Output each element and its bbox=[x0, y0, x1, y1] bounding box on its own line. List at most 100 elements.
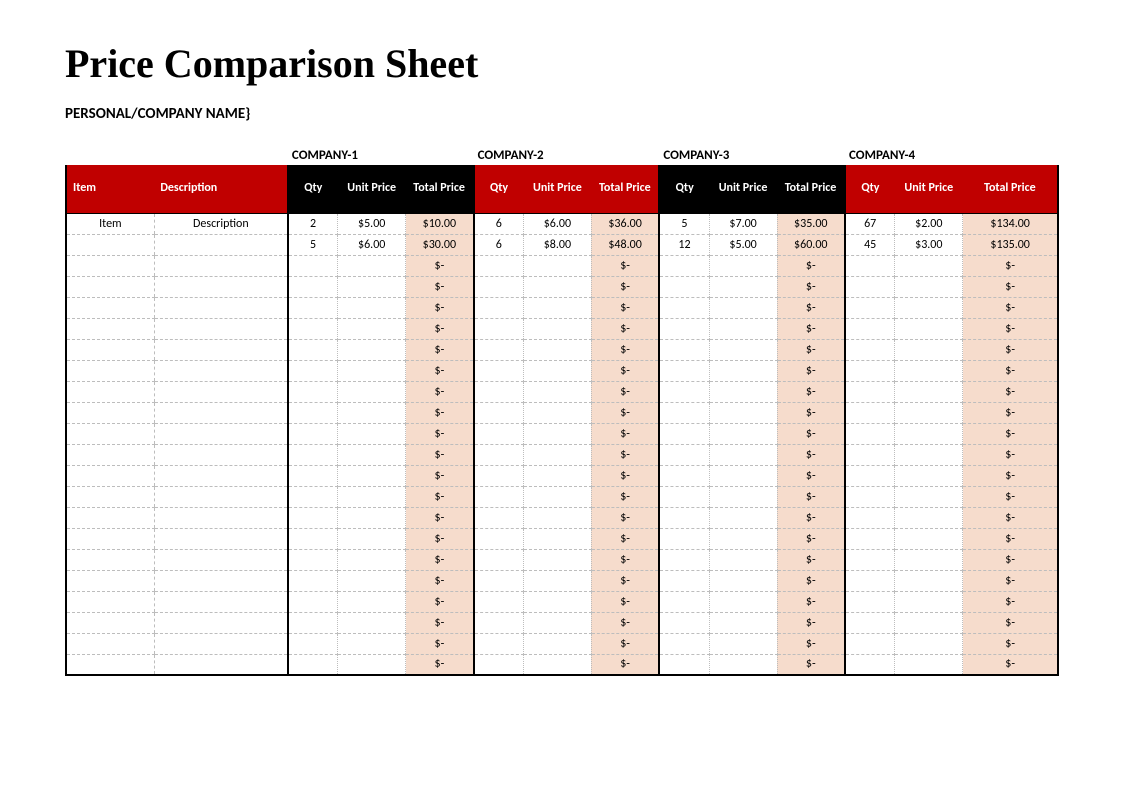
cell-c2-qty[interactable] bbox=[474, 591, 524, 612]
cell-c4-qty[interactable]: 67 bbox=[845, 213, 895, 234]
cell-c1-unit[interactable]: $6.00 bbox=[338, 234, 406, 255]
cell-c1-unit[interactable] bbox=[338, 507, 406, 528]
cell-description[interactable] bbox=[154, 297, 288, 318]
cell-c4-qty[interactable] bbox=[845, 360, 895, 381]
cell-c1-unit[interactable] bbox=[338, 444, 406, 465]
cell-c3-total[interactable]: $- bbox=[777, 444, 845, 465]
cell-c2-unit[interactable] bbox=[523, 402, 591, 423]
cell-c3-unit[interactable] bbox=[709, 255, 777, 276]
cell-c3-unit[interactable] bbox=[709, 507, 777, 528]
cell-c1-total[interactable]: $- bbox=[406, 612, 474, 633]
cell-c2-unit[interactable]: $6.00 bbox=[523, 213, 591, 234]
cell-c4-total[interactable]: $- bbox=[963, 528, 1058, 549]
cell-description[interactable] bbox=[154, 507, 288, 528]
cell-c2-qty[interactable] bbox=[474, 339, 524, 360]
cell-c4-unit[interactable] bbox=[895, 486, 963, 507]
cell-c1-qty[interactable] bbox=[288, 402, 338, 423]
cell-c2-unit[interactable] bbox=[523, 549, 591, 570]
cell-c4-total[interactable]: $- bbox=[963, 402, 1058, 423]
cell-c4-unit[interactable] bbox=[895, 255, 963, 276]
cell-c4-unit[interactable] bbox=[895, 549, 963, 570]
cell-item[interactable] bbox=[66, 297, 154, 318]
cell-c2-unit[interactable] bbox=[523, 360, 591, 381]
cell-c3-unit[interactable] bbox=[709, 486, 777, 507]
cell-c1-unit[interactable] bbox=[338, 612, 406, 633]
cell-c4-qty[interactable] bbox=[845, 423, 895, 444]
cell-item[interactable] bbox=[66, 612, 154, 633]
cell-c2-qty[interactable] bbox=[474, 423, 524, 444]
cell-c2-total[interactable]: $- bbox=[591, 549, 659, 570]
cell-c1-total[interactable]: $- bbox=[406, 381, 474, 402]
cell-c4-unit[interactable] bbox=[895, 591, 963, 612]
cell-c4-unit[interactable] bbox=[895, 507, 963, 528]
cell-c4-total[interactable]: $- bbox=[963, 570, 1058, 591]
cell-c3-qty[interactable] bbox=[659, 276, 709, 297]
cell-c4-unit[interactable] bbox=[895, 381, 963, 402]
cell-c4-total[interactable]: $135.00 bbox=[963, 234, 1058, 255]
cell-c3-unit[interactable] bbox=[709, 633, 777, 654]
cell-c4-total[interactable]: $- bbox=[963, 465, 1058, 486]
cell-c1-total[interactable]: $- bbox=[406, 633, 474, 654]
cell-c2-qty[interactable] bbox=[474, 402, 524, 423]
cell-c3-total[interactable]: $- bbox=[777, 276, 845, 297]
cell-c4-total[interactable]: $- bbox=[963, 297, 1058, 318]
cell-c2-qty[interactable] bbox=[474, 318, 524, 339]
cell-description[interactable] bbox=[154, 381, 288, 402]
cell-c3-qty[interactable] bbox=[659, 549, 709, 570]
cell-c3-unit[interactable] bbox=[709, 318, 777, 339]
cell-c3-total[interactable]: $60.00 bbox=[777, 234, 845, 255]
cell-c1-qty[interactable]: 5 bbox=[288, 234, 338, 255]
cell-c4-unit[interactable] bbox=[895, 444, 963, 465]
cell-item[interactable]: Item bbox=[66, 213, 154, 234]
cell-c3-unit[interactable] bbox=[709, 591, 777, 612]
cell-c2-qty[interactable] bbox=[474, 528, 524, 549]
cell-c1-total[interactable]: $- bbox=[406, 318, 474, 339]
cell-c4-qty[interactable] bbox=[845, 612, 895, 633]
cell-c2-total[interactable]: $- bbox=[591, 633, 659, 654]
cell-description[interactable] bbox=[154, 339, 288, 360]
cell-c3-qty[interactable] bbox=[659, 465, 709, 486]
cell-c4-unit[interactable] bbox=[895, 633, 963, 654]
cell-c3-total[interactable]: $- bbox=[777, 339, 845, 360]
cell-c4-unit[interactable] bbox=[895, 339, 963, 360]
cell-c1-unit[interactable] bbox=[338, 297, 406, 318]
cell-c1-qty[interactable] bbox=[288, 444, 338, 465]
cell-c2-total[interactable]: $- bbox=[591, 360, 659, 381]
cell-c2-unit[interactable] bbox=[523, 612, 591, 633]
cell-c2-total[interactable]: $- bbox=[591, 402, 659, 423]
cell-c3-qty[interactable] bbox=[659, 297, 709, 318]
cell-c3-qty[interactable] bbox=[659, 633, 709, 654]
cell-c4-total[interactable]: $- bbox=[963, 276, 1058, 297]
cell-c4-total[interactable]: $- bbox=[963, 549, 1058, 570]
cell-c1-qty[interactable] bbox=[288, 360, 338, 381]
cell-c2-total[interactable]: $48.00 bbox=[591, 234, 659, 255]
cell-c2-qty[interactable] bbox=[474, 633, 524, 654]
cell-c2-qty[interactable] bbox=[474, 507, 524, 528]
cell-description[interactable] bbox=[154, 465, 288, 486]
cell-c1-qty[interactable] bbox=[288, 570, 338, 591]
cell-c1-unit[interactable] bbox=[338, 633, 406, 654]
cell-c3-qty[interactable] bbox=[659, 507, 709, 528]
cell-c1-unit[interactable] bbox=[338, 654, 406, 675]
cell-item[interactable] bbox=[66, 444, 154, 465]
cell-c3-qty[interactable] bbox=[659, 339, 709, 360]
cell-description[interactable] bbox=[154, 486, 288, 507]
cell-c1-unit[interactable] bbox=[338, 402, 406, 423]
cell-c3-unit[interactable] bbox=[709, 423, 777, 444]
cell-c2-qty[interactable] bbox=[474, 654, 524, 675]
cell-c2-total[interactable]: $- bbox=[591, 381, 659, 402]
cell-c2-unit[interactable] bbox=[523, 486, 591, 507]
cell-c3-unit[interactable] bbox=[709, 276, 777, 297]
cell-c4-total[interactable]: $- bbox=[963, 633, 1058, 654]
cell-c3-qty[interactable] bbox=[659, 486, 709, 507]
cell-item[interactable] bbox=[66, 276, 154, 297]
cell-c1-qty[interactable] bbox=[288, 633, 338, 654]
cell-item[interactable] bbox=[66, 234, 154, 255]
cell-c4-qty[interactable] bbox=[845, 570, 895, 591]
cell-c2-qty[interactable] bbox=[474, 444, 524, 465]
cell-c3-total[interactable]: $- bbox=[777, 591, 845, 612]
cell-c1-unit[interactable] bbox=[338, 465, 406, 486]
cell-item[interactable] bbox=[66, 402, 154, 423]
cell-c2-unit[interactable] bbox=[523, 276, 591, 297]
cell-description[interactable] bbox=[154, 549, 288, 570]
